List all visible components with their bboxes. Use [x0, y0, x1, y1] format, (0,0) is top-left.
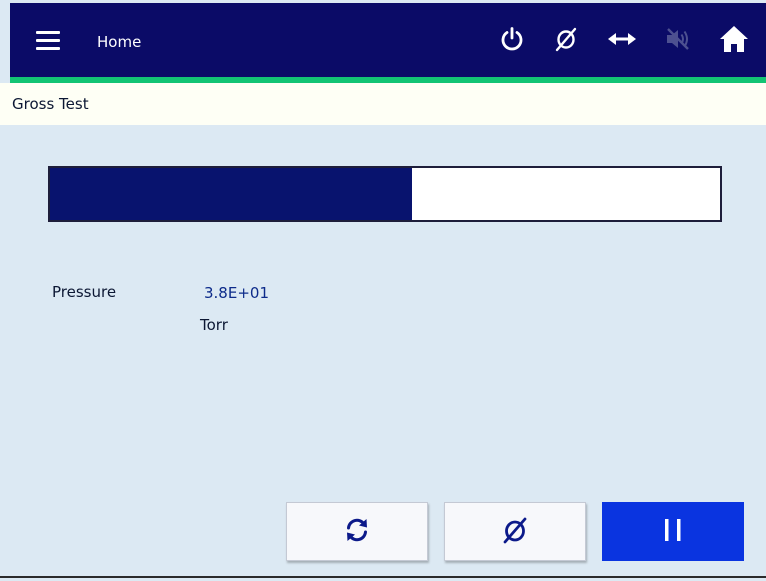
app-window: Home Gross Test Pressure 3.8E+01 Torr [0, 0, 766, 581]
refresh-icon [342, 515, 372, 549]
test-progress-bar [48, 166, 722, 222]
pause-button[interactable] [602, 502, 744, 561]
speaker-muted-icon[interactable] [662, 23, 694, 55]
zero-icon[interactable] [550, 23, 582, 55]
home-icon[interactable] [718, 23, 750, 55]
power-icon[interactable] [496, 23, 528, 55]
page-title: Home [97, 33, 142, 51]
subheader: Gross Test [0, 83, 766, 125]
zero-icon [500, 515, 530, 549]
pause-icon [662, 517, 684, 547]
zero-button[interactable] [444, 502, 586, 561]
pressure-value: 3.8E+01 [204, 284, 269, 302]
bottom-divider [0, 576, 766, 578]
pressure-label: Pressure [52, 283, 117, 301]
refresh-button[interactable] [286, 502, 428, 561]
pressure-unit: Torr [200, 316, 228, 334]
progress-fill [50, 168, 412, 220]
horizontal-arrows-icon[interactable] [606, 23, 638, 55]
top-bar: Home [10, 3, 766, 77]
menu-icon[interactable] [36, 31, 60, 51]
screen-title: Gross Test [12, 95, 89, 113]
